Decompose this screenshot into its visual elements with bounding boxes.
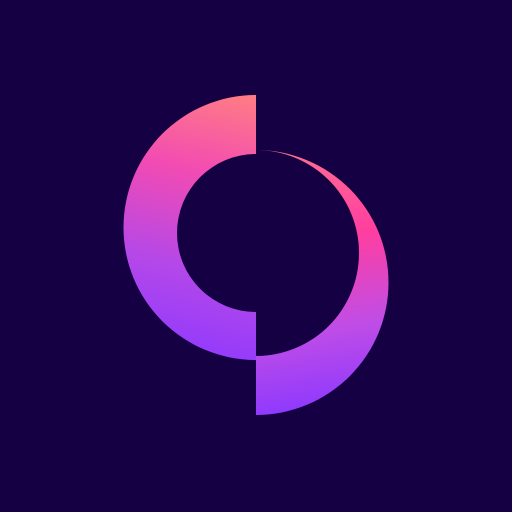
brand-logo-icon (123, 95, 389, 415)
logo-right-ring (256, 150, 389, 415)
app-icon-canvas (0, 0, 512, 512)
logo-left-ring (123, 95, 256, 360)
